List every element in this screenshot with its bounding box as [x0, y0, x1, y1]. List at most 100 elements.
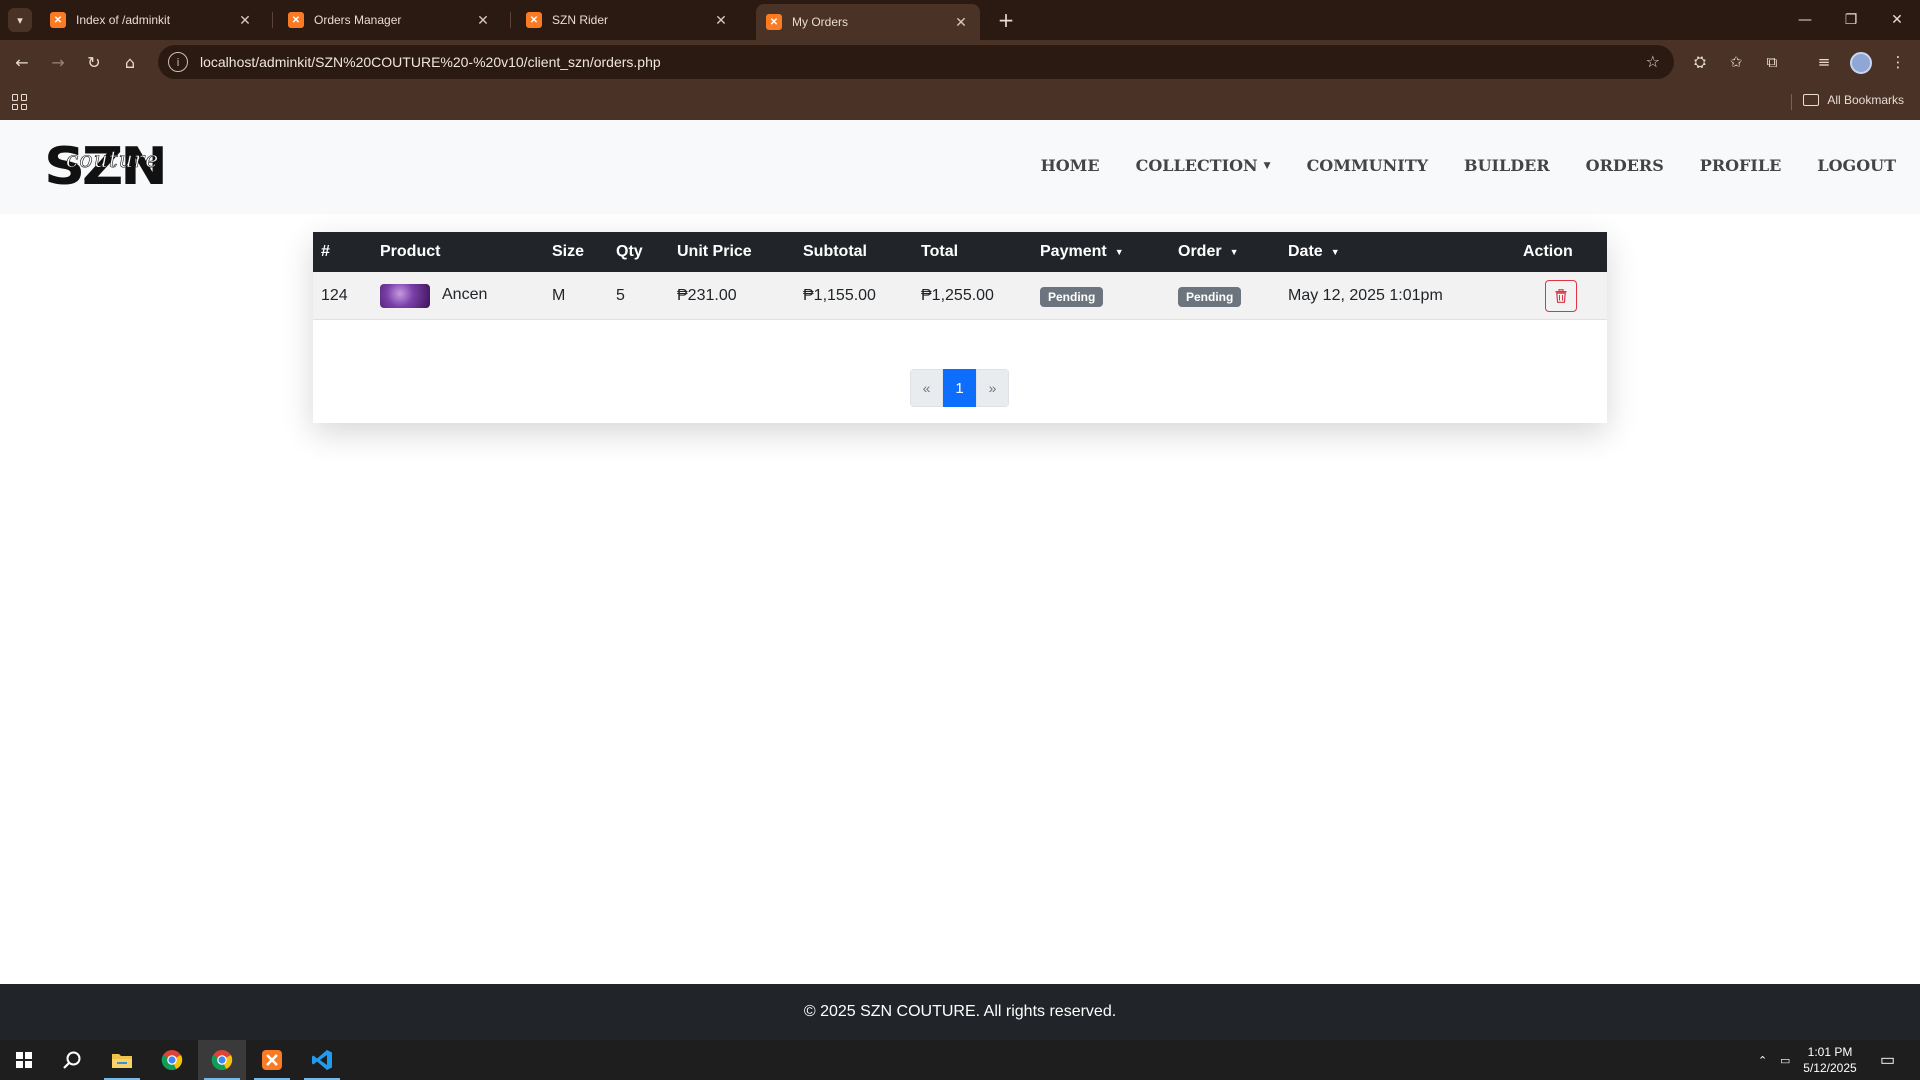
network-icon[interactable]: ▭ [1780, 1040, 1790, 1080]
table-row: 124 Ancen M 5 ₱231.00 ₱1,155.00 ₱1,255.0… [313, 272, 1607, 320]
footer-copyright: © 2025 SZN COUTURE. All rights reserved. [803, 1003, 1117, 1020]
nav-community[interactable]: COMMUNITY [1307, 156, 1428, 175]
taskbar-chrome-profile[interactable] [198, 1040, 246, 1080]
search-button[interactable] [48, 1040, 96, 1080]
header-payment-filter[interactable]: Payment ▼ [1040, 243, 1124, 261]
extensions-icon[interactable]: ⧉ [1760, 50, 1784, 74]
taskbar-chrome[interactable] [148, 1040, 196, 1080]
profile-avatar[interactable] [1850, 52, 1872, 74]
tab-separator [510, 12, 511, 28]
new-tab-icon[interactable]: + [994, 8, 1018, 32]
tab-search-icon[interactable]: ▾ [8, 8, 32, 32]
home-icon[interactable]: ⌂ [118, 50, 142, 74]
nav-label: ORDERS [1585, 156, 1664, 175]
taskbar-vscode[interactable] [298, 1040, 346, 1080]
windows-taskbar: ⌃ ▭ 1:01 PM 5/12/2025 ▭ [0, 1040, 1920, 1080]
nav-logout[interactable]: LOGOUT [1817, 156, 1896, 175]
clock-time: 1:01 PM [1807, 1045, 1853, 1059]
start-button[interactable] [0, 1040, 48, 1080]
media-control-icon[interactable]: ≡ [1812, 50, 1836, 74]
header-action: Action [1523, 243, 1573, 260]
nav-orders[interactable]: ORDERS [1586, 156, 1664, 175]
forward-icon[interactable]: → [46, 50, 70, 74]
nav-home[interactable]: HOME [1041, 156, 1100, 175]
xampp-favicon-icon: ✕ [766, 14, 782, 30]
header-order-filter[interactable]: Order ▼ [1178, 243, 1239, 261]
nav-label: COMMUNITY [1306, 156, 1429, 175]
pagination-prev[interactable]: « [910, 369, 943, 407]
bookmarks-divider [1791, 94, 1792, 110]
bookmark-star-icon[interactable]: ☆ [1646, 52, 1660, 71]
tab-title: SZN Rider [552, 13, 609, 27]
bookmarks-bar: All Bookmarks [0, 84, 1920, 120]
tab-szn-rider[interactable]: ✕ SZN Rider ✕ [516, 6, 740, 34]
cell-size: M [552, 287, 566, 304]
xampp-favicon-icon: ✕ [50, 12, 66, 28]
chrome-icon [211, 1050, 233, 1070]
taskbar-clock[interactable]: 1:01 PM 5/12/2025 [1800, 1044, 1860, 1076]
xampp-favicon-icon: ✕ [288, 12, 304, 28]
all-bookmarks-label: All Bookmarks [1827, 93, 1904, 107]
tab-orders-manager[interactable]: ✕ Orders Manager ✕ [278, 6, 502, 34]
web-page: SZN couture HOME COLLECTION ▼ COMMUNITY B… [0, 120, 1920, 1040]
browser-menu-icon[interactable]: ⋮ [1886, 50, 1910, 74]
address-bar[interactable]: i localhost/adminkit/SZN%20COUTURE%20-%2… [158, 45, 1674, 79]
pagination-next[interactable]: » [976, 369, 1009, 407]
header-size: Size [552, 243, 585, 260]
tab-title: Index of /adminkit [76, 13, 171, 27]
window-close-icon[interactable]: ✕ [1874, 6, 1920, 34]
pagination: « 1 » [910, 369, 1009, 407]
nav-collection[interactable]: COLLECTION ▼ [1136, 156, 1271, 175]
back-icon[interactable]: ← [10, 50, 34, 74]
xampp-favicon-icon: ✕ [526, 12, 542, 28]
site-footer: © 2025 SZN COUTURE. All rights reserved. [0, 984, 1920, 1040]
tab-index-adminkit[interactable]: ✕ Index of /adminkit ✕ [40, 6, 264, 34]
browser-toolbar: ← → ↻ ⌂ i localhost/adminkit/SZN%20COUTU… [0, 40, 1920, 84]
cell-subtotal: ₱1,155.00 [803, 287, 876, 304]
favorites-icon[interactable]: ✩ [1724, 50, 1748, 74]
header-order: Order [1178, 243, 1222, 260]
file-explorer-icon [112, 1054, 132, 1068]
url-text[interactable]: localhost/adminkit/SZN%20COUTURE%20-%20v… [200, 54, 661, 70]
nav-label: HOME [1040, 156, 1100, 175]
payment-status-badge: Pending [1040, 287, 1104, 307]
nav-label: BUILDER [1464, 156, 1550, 175]
szn-couture-logo[interactable]: SZN couture [44, 140, 176, 194]
tab-close-icon[interactable]: ✕ [712, 12, 730, 29]
clock-date: 5/12/2025 [1803, 1061, 1857, 1075]
header-product: Product [380, 243, 441, 260]
browser-tab-bar: ▾ ✕ Index of /adminkit ✕ ✕ Orders Manage… [0, 0, 1920, 40]
caret-down-icon: ▼ [1330, 247, 1340, 257]
tab-close-icon[interactable]: ✕ [236, 12, 254, 29]
tray-chevron-up-icon[interactable]: ⌃ [1758, 1040, 1767, 1080]
caret-down-icon: ▼ [1263, 160, 1271, 171]
orders-table-header: # Product Size Qty Unit Price Subtotal T… [313, 232, 1607, 272]
product-thumbnail [380, 284, 430, 308]
header-date-filter[interactable]: Date ▼ [1288, 243, 1340, 261]
taskbar-file-explorer[interactable] [98, 1040, 146, 1080]
reload-icon[interactable]: ↻ [82, 50, 106, 74]
incognito-icon[interactable]: ⛭ [1688, 50, 1712, 74]
nav-profile[interactable]: PROFILE [1700, 156, 1782, 175]
minimize-icon[interactable]: — [1782, 6, 1828, 34]
site-info-icon[interactable]: i [168, 52, 188, 72]
nav-builder[interactable]: BUILDER [1464, 156, 1550, 175]
tab-close-icon[interactable]: ✕ [952, 14, 970, 31]
caret-down-icon: ▼ [1114, 247, 1124, 257]
apps-grid-icon[interactable] [12, 94, 28, 110]
trash-icon [1555, 289, 1567, 303]
folder-icon [1803, 94, 1820, 106]
pagination-page-current[interactable]: 1 [943, 369, 976, 407]
order-status-badge: Pending [1178, 287, 1242, 307]
logo-script: couture [66, 148, 160, 174]
all-bookmarks-button[interactable]: All Bookmarks [1803, 93, 1904, 107]
tab-close-icon[interactable]: ✕ [474, 12, 492, 29]
header-date: Date [1288, 243, 1323, 260]
tab-my-orders[interactable]: ✕ My Orders ✕ [756, 4, 980, 40]
notifications-icon[interactable]: ▭ [1880, 1040, 1895, 1080]
tab-separator [272, 12, 273, 28]
header-payment: Payment [1040, 243, 1107, 260]
taskbar-xampp[interactable] [248, 1040, 296, 1080]
restore-icon[interactable]: ❐ [1828, 6, 1874, 34]
delete-order-button[interactable] [1545, 280, 1577, 312]
